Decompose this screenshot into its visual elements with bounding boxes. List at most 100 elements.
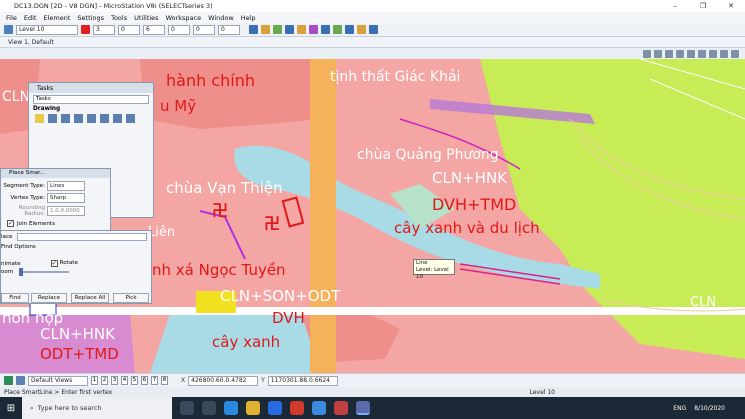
- menu-tools[interactable]: Tools: [111, 14, 127, 22]
- style-dropdown[interactable]: 6: [143, 24, 165, 35]
- tool-icon-8[interactable]: [333, 25, 342, 34]
- menu-settings[interactable]: Settings: [77, 14, 104, 22]
- menu-help[interactable]: Help: [241, 14, 256, 22]
- tool-icon-1[interactable]: [249, 25, 258, 34]
- snipping-icon[interactable]: [202, 401, 216, 415]
- weight-dropdown[interactable]: 0: [118, 24, 140, 35]
- app-icon[interactable]: [334, 401, 348, 415]
- chrome-icon[interactable]: [290, 401, 304, 415]
- zalo-icon[interactable]: [312, 401, 326, 415]
- view-prev-icon[interactable]: [16, 376, 25, 385]
- level-dropdown[interactable]: Level 10: [16, 24, 78, 35]
- close-button[interactable]: ✕: [717, 2, 745, 10]
- priority-dropdown[interactable]: 0: [218, 24, 240, 35]
- tool-icon-9[interactable]: [345, 25, 354, 34]
- transparency-dropdown[interactable]: 0: [193, 24, 215, 35]
- menu-edit[interactable]: Edit: [24, 14, 37, 22]
- view-attributes-icon[interactable]: [643, 49, 651, 58]
- tool-icon-10[interactable]: [357, 25, 366, 34]
- pan-view-icon[interactable]: [709, 49, 717, 58]
- taskbar-date[interactable]: 8/10/2020: [694, 405, 725, 412]
- view-button-8[interactable]: 8: [161, 376, 168, 385]
- polygon-tool-icon[interactable]: [61, 114, 70, 123]
- tool-icon-4[interactable]: [285, 25, 294, 34]
- maximize-button[interactable]: ❐: [689, 2, 717, 10]
- view-button-1[interactable]: 1: [91, 376, 98, 385]
- tool-icon-6[interactable]: [309, 25, 318, 34]
- class-dropdown[interactable]: 0: [168, 24, 190, 35]
- map-label-3: chùa Quảng Phương: [357, 147, 499, 163]
- help-icon[interactable]: [369, 25, 378, 34]
- view-previous-icon[interactable]: [720, 49, 728, 58]
- rotate-checkbox[interactable]: ✓: [50, 260, 58, 267]
- menu-workspace[interactable]: Workspace: [166, 14, 202, 22]
- find-options-label[interactable]: Find Options: [1, 244, 151, 250]
- map-label-6: DVH+TMD: [432, 195, 517, 214]
- view-groups-icon[interactable]: [4, 376, 13, 385]
- views-dropdown[interactable]: Default Views: [28, 375, 88, 386]
- rounding-radius-label: Rounding Radius:: [18, 205, 45, 217]
- drawing-section-header[interactable]: Drawing: [33, 106, 149, 112]
- level-manager-icon[interactable]: [4, 25, 13, 34]
- zoom-slider[interactable]: [19, 268, 70, 276]
- color-dropdown[interactable]: 3: [93, 24, 115, 35]
- replace-all-button[interactable]: Replace All: [71, 293, 109, 303]
- rotate-view-icon[interactable]: [698, 49, 706, 58]
- view-button-7[interactable]: 7: [151, 376, 158, 385]
- microstation-icon[interactable]: [356, 401, 370, 415]
- view-button-2[interactable]: 2: [101, 376, 108, 385]
- circle-tool-icon[interactable]: [74, 114, 83, 123]
- tool-icon-5[interactable]: [297, 25, 306, 34]
- view-button-3[interactable]: 3: [111, 376, 118, 385]
- menu-element[interactable]: Element: [43, 14, 70, 22]
- menu-file[interactable]: File: [6, 14, 17, 22]
- tasks-dropdown[interactable]: Tasks: [33, 95, 149, 104]
- tool-icon-3[interactable]: [273, 25, 282, 34]
- start-icon[interactable]: ⊞: [0, 397, 22, 419]
- zoom-in-icon[interactable]: [654, 49, 662, 58]
- edge-icon[interactable]: [224, 401, 238, 415]
- y-coordinate-label: Y: [261, 377, 265, 384]
- zoom-out-icon[interactable]: [665, 49, 673, 58]
- x-coordinate-label: X: [181, 377, 186, 384]
- language-indicator[interactable]: ENG: [673, 405, 686, 412]
- smartline-tool-icon[interactable]: [35, 114, 44, 123]
- arc-tool-icon[interactable]: [87, 114, 96, 123]
- pick-button[interactable]: Pick: [113, 293, 149, 303]
- tool-icon-2[interactable]: [261, 25, 270, 34]
- x-coordinate-field[interactable]: 426800.60.0.4782: [188, 375, 259, 386]
- view-button-6[interactable]: 6: [141, 376, 148, 385]
- view-next-icon[interactable]: [731, 49, 739, 58]
- menu-window[interactable]: Window: [208, 14, 234, 22]
- view-title: View 1, Default: [8, 38, 54, 46]
- dropbox-icon[interactable]: [268, 401, 282, 415]
- replace-input[interactable]: [17, 233, 147, 241]
- line-tool-icon[interactable]: [48, 114, 57, 123]
- map-label-0: hành chính: [166, 71, 255, 90]
- text-tool-icon[interactable]: [100, 114, 109, 123]
- dimension-tool-icon[interactable]: [126, 114, 135, 123]
- tool-icon-7[interactable]: [321, 25, 330, 34]
- view-button-5[interactable]: 5: [131, 376, 138, 385]
- window-area-icon[interactable]: [676, 49, 684, 58]
- cell-tool-icon[interactable]: [113, 114, 122, 123]
- join-elements-checkbox[interactable]: ✓: [7, 220, 14, 227]
- segment-type-dropdown[interactable]: Lines: [47, 181, 85, 191]
- map-label-7: cây xanh và du lịch: [394, 219, 540, 237]
- zoom-label: oom: [1, 269, 14, 275]
- fit-view-icon[interactable]: [687, 49, 695, 58]
- minimize-button[interactable]: –: [661, 2, 689, 10]
- taskbar-search[interactable]: ⌕ Type here to search: [22, 397, 172, 419]
- replace-button[interactable]: Replace: [31, 293, 67, 303]
- color-swatch-icon[interactable]: [81, 25, 90, 34]
- map-label-2: tịnh thất Giác Khải: [330, 69, 461, 85]
- file-explorer-icon[interactable]: [246, 401, 260, 415]
- view-button-4[interactable]: 4: [121, 376, 128, 385]
- y-coordinate-field[interactable]: 1170301.88.0.6624: [267, 375, 338, 386]
- rounding-radius-input[interactable]: 1.0.0.0000: [47, 206, 85, 216]
- task-view-icon[interactable]: [180, 401, 194, 415]
- menu-utilities[interactable]: Utilities: [134, 14, 158, 22]
- find-button[interactable]: Find: [1, 293, 29, 303]
- map-label-5: chùa Vạn Thiện: [166, 179, 283, 197]
- vertex-type-dropdown[interactable]: Sharp: [47, 193, 85, 203]
